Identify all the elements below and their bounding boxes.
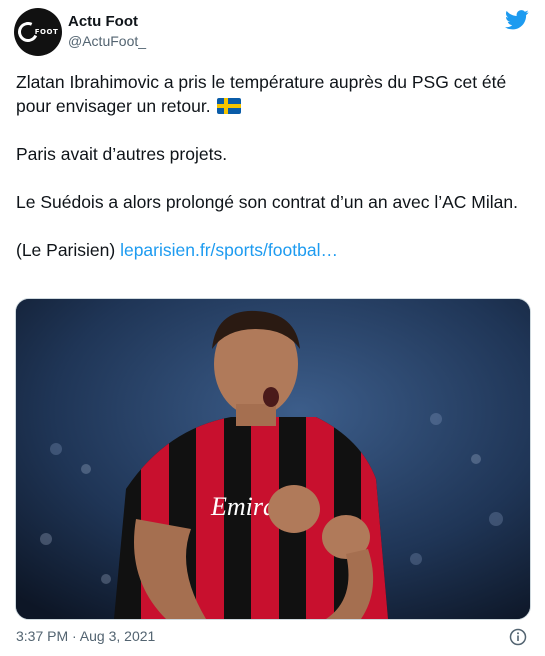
tweet-photo[interactable]: Emirates [15, 298, 531, 620]
tweet-text: Zlatan Ibrahimovic a pris le température… [16, 70, 528, 262]
author-handle[interactable]: @ActuFoot_ [68, 33, 146, 49]
tweet-paragraph-3: Le Suédois a alors prolongé son contrat … [16, 192, 518, 212]
avatar[interactable]: FOOT [14, 8, 62, 56]
article-link[interactable]: leparisien.fr/sports/footbal… [120, 240, 338, 260]
tweet-paragraph-1: Zlatan Ibrahimovic a pris le température… [16, 70, 528, 118]
tweet-timestamp[interactable]: 3:37 PM · Aug 3, 2021 [16, 628, 155, 644]
tweet-card: FOOT Actu Foot @ActuFoot_ Zlatan Ibrahim… [0, 0, 545, 656]
tweet-paragraph-2: Paris avait d’autres projets. [16, 144, 228, 164]
sweden-flag-icon [216, 98, 241, 114]
source-label: (Le Parisien) [16, 240, 121, 260]
twitter-bird-icon[interactable] [505, 10, 529, 30]
info-icon[interactable] [509, 628, 527, 646]
tweet-paragraph-4: (Le Parisien) leparisien.fr/sports/footb… [16, 238, 528, 262]
player-photo: Emirates [16, 299, 530, 619]
author-name[interactable]: Actu Foot [68, 13, 138, 30]
actu-foot-logo: FOOT [14, 19, 58, 45]
tweet-line-1: Zlatan Ibrahimovic a pris le température… [16, 72, 507, 116]
